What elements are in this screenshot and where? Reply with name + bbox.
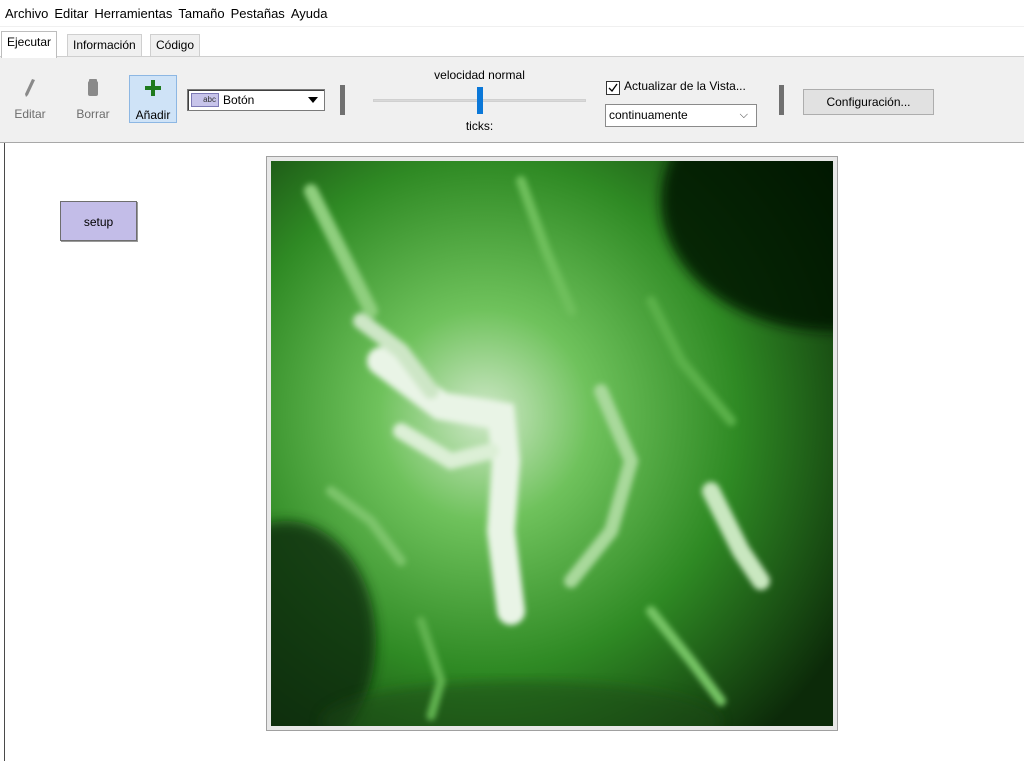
view-update-label: Actualizar de la Vista... <box>624 79 746 93</box>
speed-slider-thumb[interactable] <box>476 87 483 114</box>
tab-informacion[interactable]: Información <box>67 34 142 57</box>
menu-archivo[interactable]: Archivo <box>4 0 52 27</box>
tab-codigo[interactable]: Código <box>150 34 201 57</box>
toolbar-separator <box>340 85 345 115</box>
view-update-checkbox[interactable] <box>606 81 620 95</box>
toolbar: Editar Borrar Añadir abc Botón velocidad… <box>0 57 1024 143</box>
add-button[interactable]: Añadir <box>129 75 177 123</box>
delete-button[interactable]: Borrar <box>69 75 117 123</box>
tab-bar: Ejecutar Información Código <box>0 28 1024 58</box>
widget-type-value: Botón <box>223 93 255 107</box>
button-widget-icon: abc <box>191 93 219 107</box>
menu-bar: Archivo Editar Herramientas Tamaño Pesta… <box>0 0 1024 27</box>
menu-ayuda[interactable]: Ayuda <box>290 0 332 27</box>
update-mode-value: continuamente <box>609 108 688 122</box>
tab-ejecutar[interactable]: Ejecutar <box>1 31 58 58</box>
menu-tamano[interactable]: Tamaño <box>177 0 228 27</box>
menu-editar[interactable]: Editar <box>53 0 92 27</box>
interface-left-border <box>4 143 5 761</box>
add-label: Añadir <box>135 108 171 122</box>
menu-pestanas[interactable]: Pestañas <box>230 0 289 27</box>
ticks-label: ticks: <box>465 119 494 133</box>
delete-label: Borrar <box>76 107 110 121</box>
edit-label: Editar <box>14 107 46 121</box>
edit-button[interactable]: Editar <box>6 75 54 123</box>
menu-herramientas[interactable]: Herramientas <box>93 0 176 27</box>
dropdown-arrow-icon <box>308 97 318 103</box>
widget-type-select[interactable]: abc Botón <box>187 89 325 111</box>
speed-label: velocidad normal <box>434 68 525 82</box>
plus-icon <box>130 79 176 101</box>
trash-icon <box>69 78 117 100</box>
world-view[interactable] <box>266 156 838 731</box>
update-mode-select[interactable]: continuamente ⌵ <box>605 104 757 127</box>
setup-button[interactable]: setup <box>60 201 137 241</box>
toolbar-separator-2 <box>779 85 784 115</box>
checkmark-icon <box>608 83 618 93</box>
pencil-icon <box>6 78 54 100</box>
terrain-view-image <box>271 161 833 726</box>
chevron-down-icon: ⌵ <box>739 109 748 121</box>
settings-button[interactable]: Configuración... <box>803 89 934 115</box>
